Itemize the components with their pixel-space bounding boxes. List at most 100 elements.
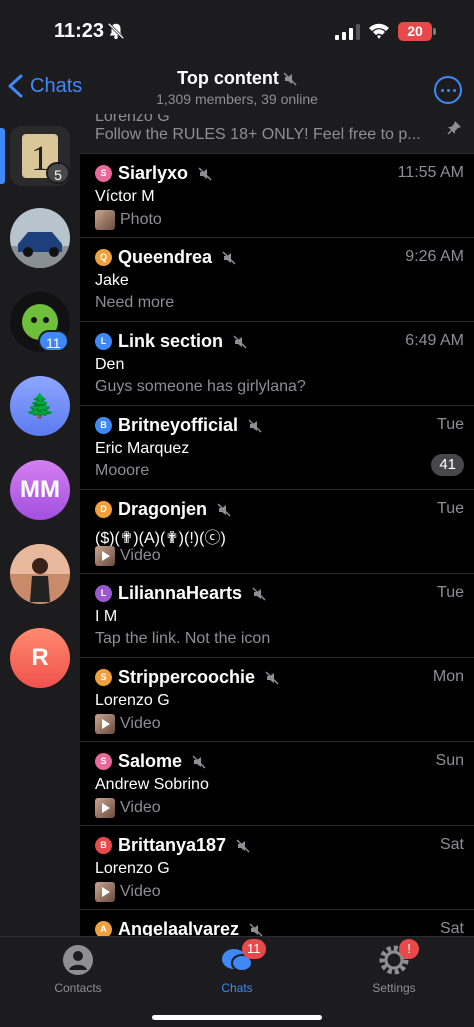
mute-icon [249,922,263,936]
tab-contacts[interactable]: Contacts [18,943,138,995]
chat-initial-badge: S [95,753,112,770]
chat-time: Sat [439,920,464,936]
tree-icon: 🌲 [25,392,55,420]
tab-settings-badge: ! [399,939,419,959]
folder-sidebar: 1 5 11 🌲 MM R [0,114,80,936]
video-thumbnail [95,882,115,902]
chat-name: Angelaalvarez [118,919,240,936]
unread-count-badge: 41 [431,454,464,476]
mute-icon [252,586,266,601]
chat-preview: Video [95,798,161,818]
chat-time: 9:26 AM [405,248,464,265]
chat-preview-text: Mooore [95,462,150,479]
battery-indicator: 20 [398,22,432,41]
chat-sender: Den [95,356,125,373]
chat-initial-badge: S [95,669,112,686]
chat-initial-badge: Q [95,249,112,266]
chat-row[interactable]: B Britneyofficial Tue Eric Marquez Mooore 41 [80,406,474,490]
chat-preview-text: Need more [95,294,175,311]
chat-sender: Jake [95,272,129,289]
chat-initial-badge: B [95,837,112,854]
more-dots-icon [440,88,444,92]
chat-preview: Video [95,546,161,566]
tab-label: Contacts [54,981,102,995]
chat-preview: Tap the link. Not the icon [95,630,270,648]
mute-icon [265,670,279,685]
chat-row[interactable]: S Siarlyxo 11:55 AM Víctor M Photo [80,154,474,238]
cellular-signal-icon [335,24,360,40]
chat-preview-text: Video [120,799,161,816]
chat-row[interactable]: Q Queendrea 9:26 AM Jake Need more [80,238,474,322]
mute-icon [222,250,236,265]
chat-sender: Lorenzo G [95,860,170,877]
chat-initial-badge: A [95,921,112,936]
chat-time: Tue [437,500,464,517]
chat-sender: Víctor M [95,188,155,205]
chat-row[interactable]: S Strippercoochie Mon Lorenzo G Video [80,658,474,742]
chat-row[interactable]: L LiliannaHearts Tue I M Tap the link. Not t… [80,574,474,658]
sidebar-avatar-person[interactable] [10,544,70,604]
member-count: 1,309 members, 39 online [156,91,318,107]
header-title-area[interactable]: Top content 1,309 members, 39 online [120,68,354,107]
chat-preview: Mooore [95,462,149,480]
chat-preview-text: Video [120,547,161,564]
sidebar-avatar-mm[interactable]: MM [10,460,70,520]
chat-name: Britneyofficial [118,415,239,435]
pinned-sender: Lorenzo G [95,114,170,125]
chat-preview: Video [95,714,161,734]
bell-off-icon [107,22,125,40]
chat-preview: Guys someone has girlylana? [95,378,306,396]
status-bar: 11:23 20 [0,0,474,62]
chat-row[interactable]: S Salome Sun Andrew Sobrino Video [80,742,474,826]
chat-name: Siarlyxo [118,163,189,183]
back-label: Chats [30,74,83,97]
chat-preview-text: Video [120,715,161,732]
avatar-initials: R [31,644,49,671]
chat-name: Salome [118,751,183,771]
sidebar-avatar-r[interactable]: R [10,628,70,688]
chat-initial-badge: B [95,417,112,434]
sidebar-avatar-car[interactable] [10,208,70,268]
back-button[interactable]: Chats [6,74,82,98]
tab-settings[interactable]: ! Settings [334,939,454,995]
chat-row[interactable]: A Angelaalvarez Sat [80,910,474,936]
chat-name: Brittanya187 [118,835,227,855]
more-options-button[interactable] [434,76,462,104]
active-indicator [0,128,5,184]
chat-time: 11:55 AM [397,164,464,181]
chat-initial-badge: L [95,333,112,350]
pinned-message-text: Follow the RULES 18+ ONLY! Feel free to … [95,126,421,143]
chat-preview: Need more [95,294,174,312]
chat-time: 6:49 AM [405,332,464,349]
chat-preview-text: Tap the link. Not the icon [95,630,271,647]
mute-icon [283,71,297,86]
sidebar-unread-badge: 5 [46,162,70,184]
tab-chats[interactable]: 11 Chats [177,939,297,995]
video-thumbnail [95,546,115,566]
person-photo [10,544,70,604]
mute-icon [198,166,212,181]
sidebar-avatar-tree[interactable]: 🌲 [10,376,70,436]
chat-time: Tue [437,416,464,433]
chat-sender: ($)(✟)(A)(✟)(!)(ⓒ) [95,530,226,547]
chat-time: Tue [437,584,464,601]
pin-icon[interactable] [446,120,462,136]
video-thumbnail [95,714,115,734]
home-indicator[interactable] [152,1015,322,1020]
chat-initial-badge: S [95,165,112,182]
battery-tip [433,28,436,35]
mute-icon [217,502,231,517]
chat-initial-badge: L [95,585,112,602]
chat-row[interactable]: D Dragonjen Tue ($)(✟)(A)(✟)(!)(ⓒ) Video [80,490,474,574]
chat-row[interactable]: B Brittanya187 Sat Lorenzo G Video [80,826,474,910]
avatar-initials: MM [20,476,60,503]
person-circle-icon [63,945,93,975]
chat-list[interactable]: Lorenzo G Follow the RULES 18+ ONLY! Fee… [80,114,474,936]
wifi-icon [369,23,389,39]
chat-preview-text: Video [120,883,161,900]
chat-preview: Video [95,882,161,902]
pinned-message-bar[interactable]: Lorenzo G Follow the RULES 18+ ONLY! Fee… [80,114,474,154]
tab-label: Chats [221,981,253,995]
chat-row[interactable]: L Link section 6:49 AM Den Guys someone has … [80,322,474,406]
mute-icon [236,838,250,853]
